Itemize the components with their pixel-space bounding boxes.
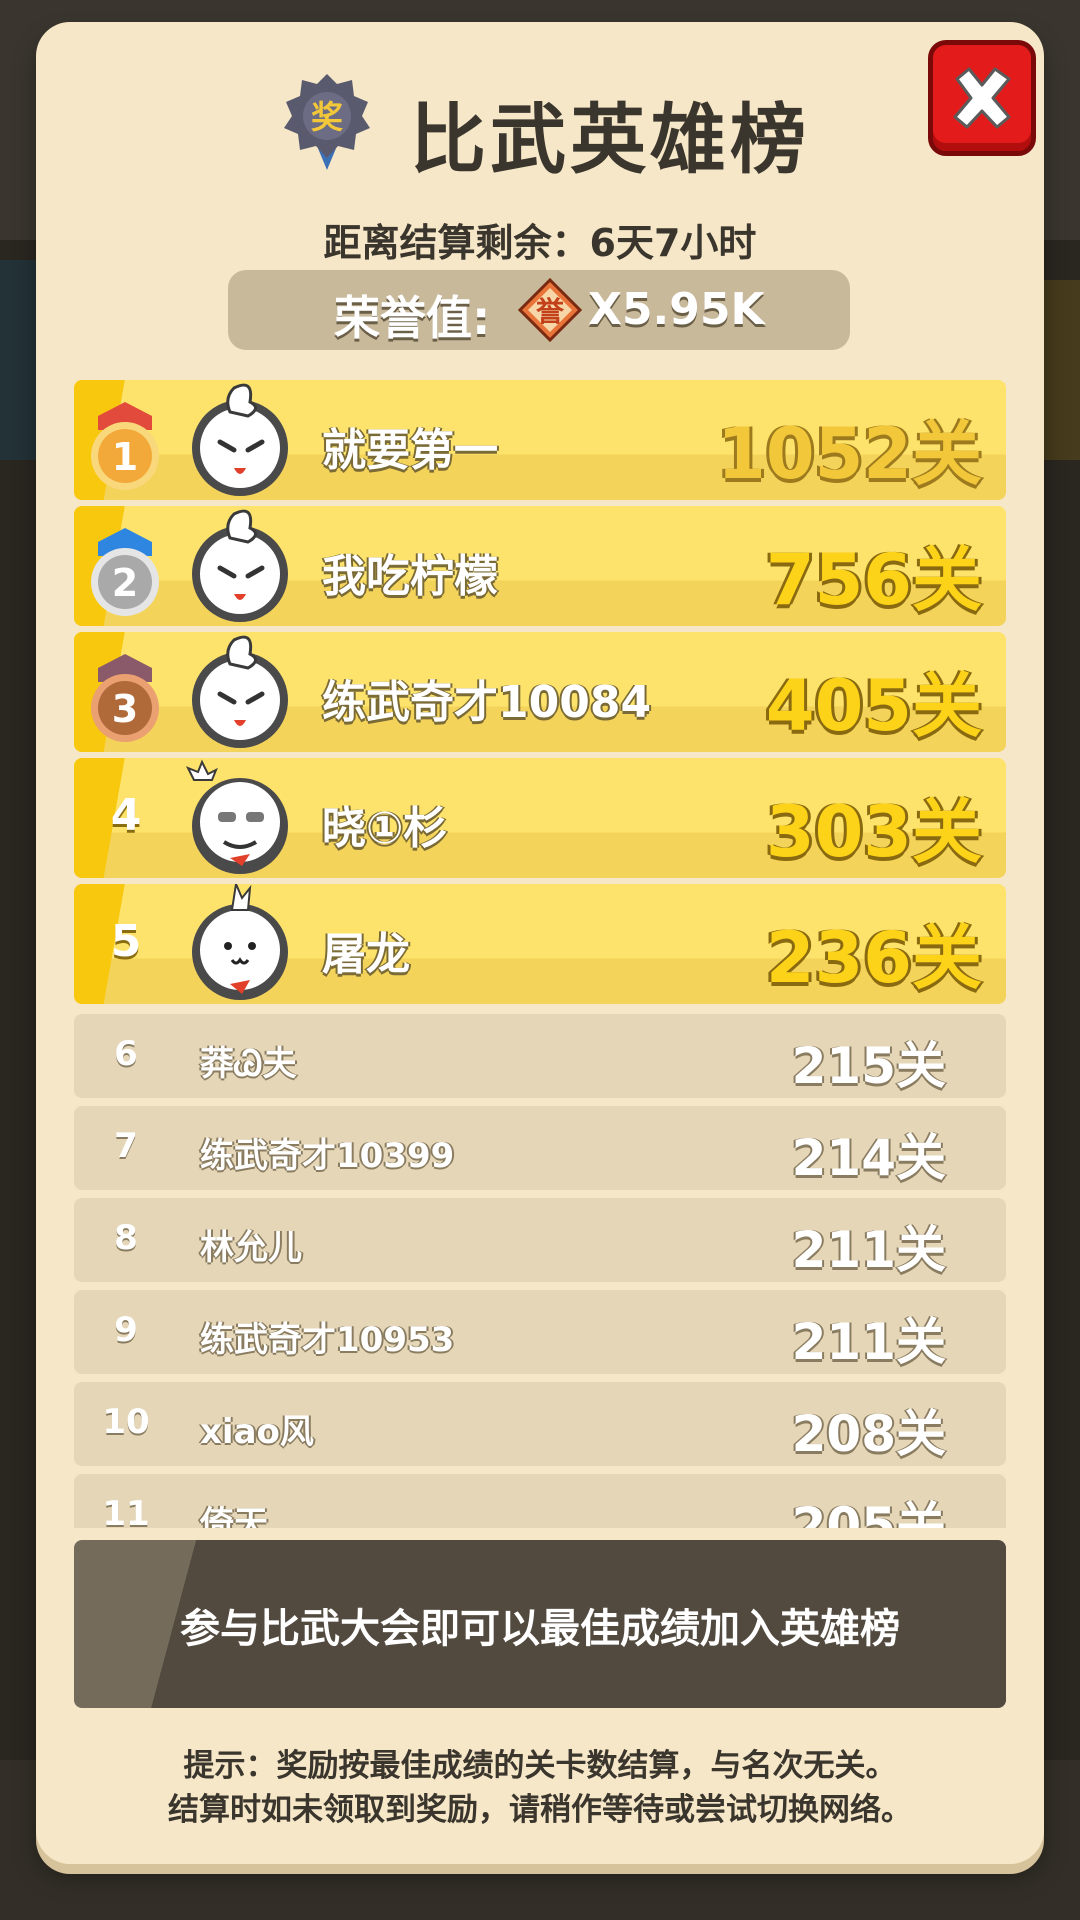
rank-number: 11: [102, 1494, 150, 1528]
honor-coin-icon: 誉: [518, 278, 582, 342]
rank-number: 5: [110, 916, 142, 967]
leaderboard-row-top: 4 晓①杉 303关: [74, 758, 1006, 878]
player-score: 236关: [765, 917, 982, 999]
leaderboard-row-top: 1 就要第一 1052关: [74, 380, 1006, 500]
rank-number: 2: [112, 561, 138, 605]
honor-label: 荣誉值:: [334, 291, 491, 345]
player-name: 林允儿: [200, 1228, 302, 1268]
rank-number: 6: [114, 1034, 138, 1074]
rank-number: 1: [112, 435, 138, 479]
join-info-text: 参与比武大会即可以最佳成绩加入英雄榜: [180, 1606, 900, 1652]
rank-number: 9: [114, 1310, 138, 1350]
player-avatar-icon: [192, 884, 288, 1000]
player-name: 莽Ꮚ夫: [200, 1044, 297, 1084]
leaderboard-row: 6 莽Ꮚ夫 215关: [74, 1014, 1006, 1098]
background-left-element: [0, 260, 40, 460]
player-name: xiao风: [200, 1412, 314, 1452]
leaderboard-row-top: 5 屠龙 236关: [74, 884, 1006, 1004]
player-score: 205关: [791, 1497, 946, 1528]
rank-number: 7: [114, 1126, 138, 1166]
player-name: 练武奇才10399: [200, 1136, 455, 1176]
honor-value: X5.95K: [588, 284, 765, 335]
player-score: 303关: [765, 791, 982, 873]
leaderboard-row-top: 3 练武奇才10084 405关: [74, 632, 1006, 752]
leaderboard-row: 8 林允儿 211关: [74, 1198, 1006, 1282]
player-avatar-icon: [192, 635, 288, 748]
tips-text: 提示：奖励按最佳成绩的关卡数结算，与名次无关。 结算时如未领取到奖励，请稍作等待…: [0, 1744, 1080, 1832]
countdown-text: 距离结算剩余：6天7小时: [323, 221, 757, 265]
player-name: 练武奇才10084: [322, 677, 652, 728]
medal-icon-label: 奖: [311, 98, 343, 136]
player-score: 214关: [791, 1129, 946, 1187]
close-button[interactable]: [928, 40, 1036, 156]
player-name: 晓①杉: [322, 803, 448, 854]
leaderboard-row: 7 练武奇才10399 214关: [74, 1106, 1006, 1190]
rank-number: 4: [110, 790, 142, 841]
honor-icon-label: 誉: [536, 295, 565, 328]
player-avatar-icon: [185, 759, 288, 874]
player-score: 211关: [791, 1313, 946, 1371]
award-medal-icon: 奖: [284, 74, 370, 170]
player-score: 211关: [791, 1221, 946, 1279]
player-score: 756关: [765, 539, 982, 621]
player-name: 就要第一: [322, 425, 498, 476]
leaderboard-list[interactable]: 1 就要第一 1052关 2 我吃柠檬 756关 3 练武奇才10084 405…: [74, 380, 1006, 1528]
close-x-icon: [953, 67, 1011, 129]
page-title: 比武英雄榜: [410, 95, 810, 184]
player-name: 屠龙: [322, 929, 410, 980]
player-score: 215关: [791, 1037, 946, 1095]
player-score: 405关: [765, 665, 982, 747]
tips-line-2: 结算时如未领取到奖励，请稍作等待或尝试切换网络。: [168, 1792, 912, 1828]
rank-number: 8: [114, 1218, 138, 1258]
bronze-rank-badge-icon: 3: [91, 654, 159, 742]
join-info-banner: 参与比武大会即可以最佳成绩加入英雄榜: [74, 1540, 1006, 1708]
tips-line-1: 提示：奖励按最佳成绩的关卡数结算，与名次无关。: [183, 1748, 897, 1784]
silver-rank-badge-icon: 2: [91, 528, 159, 616]
honor-value-box: 荣誉值: 誉 X5.95K: [228, 270, 850, 350]
player-score: 1052关: [717, 413, 982, 495]
player-avatar-icon: [192, 509, 288, 622]
leaderboard-row: 9 练武奇才10953 211关: [74, 1290, 1006, 1374]
leaderboard-row: 10 xiao风 208关: [74, 1382, 1006, 1466]
player-avatar-icon: [192, 383, 288, 496]
rank-number: 10: [102, 1402, 150, 1442]
leaderboard-row: 11 倚天 205关: [74, 1474, 1006, 1528]
player-score: 208关: [791, 1405, 946, 1463]
player-name: 倚天: [200, 1504, 268, 1528]
gold-rank-badge-icon: 1: [91, 402, 159, 490]
player-name: 我吃柠檬: [322, 551, 498, 602]
player-name: 练武奇才10953: [200, 1320, 455, 1360]
leaderboard-row-top: 2 我吃柠檬 756关: [74, 506, 1006, 626]
rank-number: 3: [112, 687, 138, 731]
background-right-element: [1040, 280, 1080, 460]
